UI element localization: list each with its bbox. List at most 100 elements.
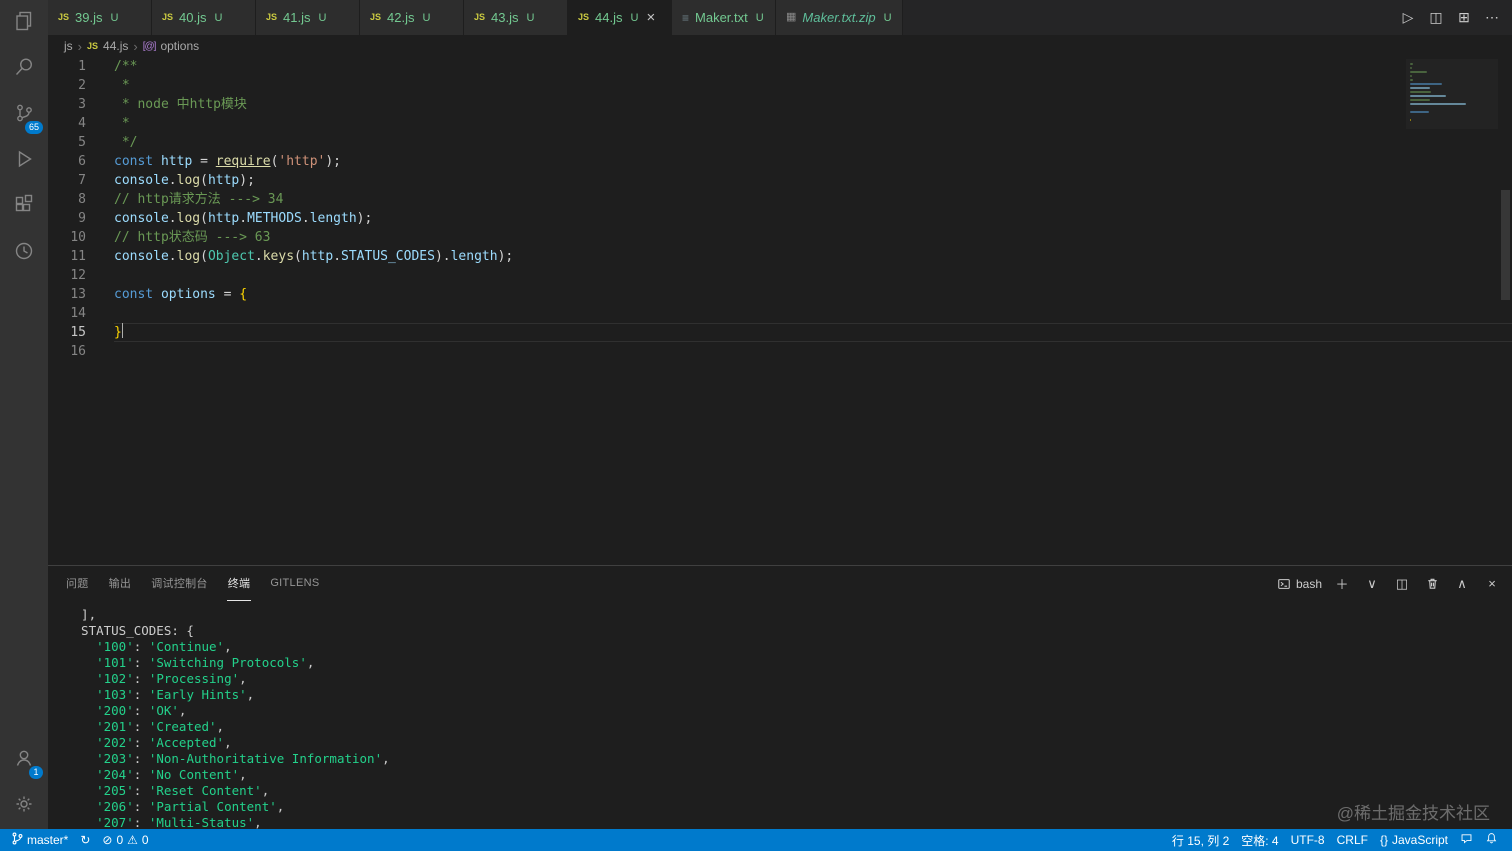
tab-40.js[interactable]: JS 40.js U bbox=[152, 0, 256, 35]
code-line[interactable]: 13 const options = { bbox=[48, 285, 1512, 304]
code-line[interactable]: 2 * bbox=[48, 76, 1512, 95]
cursor-position-item[interactable]: 行 15, 列 2 bbox=[1166, 829, 1235, 851]
tab-label: Maker.txt bbox=[695, 10, 748, 25]
panel-tab-调试控制台[interactable]: 调试控制台 bbox=[150, 566, 209, 601]
indentation-item[interactable]: 空格: 4 bbox=[1235, 829, 1284, 851]
kill-terminal-button[interactable] bbox=[1422, 574, 1442, 594]
code-line[interactable]: 3 * node 中http模块 bbox=[48, 95, 1512, 114]
language-mode-item[interactable]: {} JavaScript bbox=[1374, 829, 1454, 851]
terminal-line: '200': 'OK', bbox=[96, 703, 187, 718]
source-control-button[interactable]: 65 bbox=[0, 92, 48, 138]
terminal-line: '207': 'Multi-Status', bbox=[96, 815, 262, 829]
sync-icon: ↻ bbox=[80, 833, 91, 847]
git-status-badge: U bbox=[318, 11, 327, 24]
notifications-button[interactable] bbox=[1479, 829, 1504, 851]
tab-43.js[interactable]: JS 43.js U bbox=[464, 0, 568, 35]
terminal-dropdown-button[interactable]: ∨ bbox=[1362, 574, 1382, 594]
more-actions-button[interactable]: ⋯ bbox=[1478, 0, 1506, 35]
encoding-item[interactable]: UTF-8 bbox=[1285, 829, 1331, 851]
panel-tab-输出[interactable]: 输出 bbox=[108, 566, 133, 601]
tab-label: 42.js bbox=[387, 10, 415, 25]
panel-header: 问题 输出 调试控制台 终端 GITLENS bash ＋ ∨ ◫ ∧ × bbox=[48, 566, 1512, 601]
tab-label: Maker.txt.zip bbox=[802, 10, 876, 25]
code-line[interactable]: 14 bbox=[48, 304, 1512, 323]
sync-button[interactable]: ↻ bbox=[74, 829, 96, 851]
minimap[interactable] bbox=[1406, 59, 1498, 129]
code-editor[interactable]: 1/** 2 * 3 * node 中http模块 4 * 5 */6 const htt… bbox=[48, 57, 1512, 565]
tab-label: 43.js bbox=[491, 10, 519, 25]
terminal-line: '205': 'Reset Content', bbox=[96, 783, 270, 798]
code-line[interactable]: 11 console.log(Object.keys(http.STATUS_CO… bbox=[48, 247, 1512, 266]
split-terminal-button[interactable]: ◫ bbox=[1392, 574, 1412, 594]
settings-button[interactable] bbox=[0, 783, 48, 829]
tab-42.js[interactable]: JS 42.js U bbox=[360, 0, 464, 35]
search-icon bbox=[12, 55, 36, 84]
git-status-badge: U bbox=[883, 11, 892, 24]
code-line[interactable]: 10// http状态码 ---> 63 bbox=[48, 228, 1512, 247]
timeline-button[interactable] bbox=[0, 230, 48, 276]
editor-actions: ▷ ◫ ⊞ ⋯ bbox=[1394, 0, 1512, 35]
panel-tab-终端[interactable]: 终端 bbox=[226, 566, 252, 601]
gear-icon bbox=[12, 792, 36, 821]
breadcrumb-symbol[interactable]: options bbox=[160, 39, 199, 53]
code-line[interactable]: 7 console.log(http); bbox=[48, 171, 1512, 190]
panel-actions: bash ＋ ∨ ◫ ∧ × bbox=[1277, 574, 1502, 594]
trash-icon bbox=[1427, 578, 1437, 589]
line-number: 4 bbox=[78, 116, 86, 131]
accounts-button[interactable]: 1 bbox=[0, 737, 48, 783]
split-editor-button[interactable]: ◫ bbox=[1422, 0, 1450, 35]
js-file-icon: JS bbox=[370, 12, 382, 22]
close-panel-button[interactable]: × bbox=[1482, 574, 1502, 594]
tab-close-icon[interactable]: × bbox=[646, 10, 655, 25]
tab-Maker.txt[interactable]: ≡ Maker.txt U bbox=[672, 0, 776, 35]
error-icon: ⊘ bbox=[102, 833, 113, 847]
code-line[interactable]: 16 bbox=[48, 342, 1512, 361]
code-line[interactable]: 8// http请求方法 ---> 34 bbox=[48, 190, 1512, 209]
new-terminal-button[interactable]: ＋ bbox=[1332, 574, 1352, 594]
tab-39.js[interactable]: JS 39.js U bbox=[48, 0, 152, 35]
tab-label: 44.js bbox=[595, 10, 623, 25]
explorer-button[interactable] bbox=[0, 0, 48, 46]
js-file-icon: JS bbox=[58, 12, 70, 22]
git-status-badge: U bbox=[214, 11, 223, 24]
tab-list: JS 39.js U JS 40.js U JS 41.js U JS 42.js U JS 43.js U… bbox=[48, 0, 903, 35]
problems-item[interactable]: ⊘ 0 ⚠ 0 bbox=[96, 829, 154, 851]
panel-tab-问题[interactable]: 问题 bbox=[65, 566, 90, 601]
code-line[interactable]: 4 * bbox=[48, 114, 1512, 133]
line-number: 10 bbox=[70, 230, 86, 245]
error-count: 0 bbox=[116, 833, 124, 847]
layout-button[interactable]: ⊞ bbox=[1450, 0, 1478, 35]
code-line[interactable]: 12 bbox=[48, 266, 1512, 285]
breadcrumb-file[interactable]: 44.js bbox=[103, 39, 128, 53]
line-number: 15 bbox=[70, 325, 86, 340]
line-number: 9 bbox=[78, 211, 86, 226]
code-line[interactable]: 6 const http = require('http'); bbox=[48, 152, 1512, 171]
run-debug-button[interactable] bbox=[0, 138, 48, 184]
maximize-panel-button[interactable]: ∧ bbox=[1452, 574, 1472, 594]
git-branch-item[interactable]: master* bbox=[6, 829, 74, 851]
git-status-badge: U bbox=[630, 11, 639, 24]
code-line[interactable]: 1/** bbox=[48, 57, 1512, 76]
feedback-button[interactable] bbox=[1454, 829, 1479, 851]
tab-Maker.txt.zip[interactable]: ▦ Maker.txt.zip U bbox=[776, 0, 903, 35]
terminal-content[interactable]: ], STATUS_CODES: { '100': 'Continue', '1… bbox=[48, 601, 1512, 829]
breadcrumb-folder[interactable]: js bbox=[64, 39, 73, 53]
tab-44.js[interactable]: JS 44.js U × bbox=[568, 0, 672, 35]
chevron-right-icon: › bbox=[133, 38, 138, 54]
eol-item[interactable]: CRLF bbox=[1331, 829, 1374, 851]
workbench: 65 1 JS 39.js U JS 40.js U JS 41.js U JS… bbox=[0, 0, 1512, 829]
run-button[interactable]: ▷ bbox=[1394, 0, 1422, 35]
txt-file-icon: ≡ bbox=[682, 10, 690, 25]
bottom-panel: 问题 输出 调试控制台 终端 GITLENS bash ＋ ∨ ◫ ∧ × ],… bbox=[48, 565, 1512, 829]
editor-tab-bar: JS 39.js U JS 40.js U JS 41.js U JS 42.js U JS 43.js U… bbox=[48, 0, 1512, 35]
extensions-button[interactable] bbox=[0, 184, 48, 230]
search-button[interactable] bbox=[0, 46, 48, 92]
terminal-picker[interactable]: bash bbox=[1277, 577, 1322, 591]
editor-scrollbar[interactable] bbox=[1501, 190, 1510, 300]
accounts-badge: 1 bbox=[29, 766, 43, 779]
tab-41.js[interactable]: JS 41.js U bbox=[256, 0, 360, 35]
code-line[interactable]: 15} bbox=[48, 323, 1512, 342]
panel-tab-GITLENS[interactable]: GITLENS bbox=[269, 566, 320, 601]
code-line[interactable]: 9 console.log(http.METHODS.length); bbox=[48, 209, 1512, 228]
code-line[interactable]: 5 */ bbox=[48, 133, 1512, 152]
